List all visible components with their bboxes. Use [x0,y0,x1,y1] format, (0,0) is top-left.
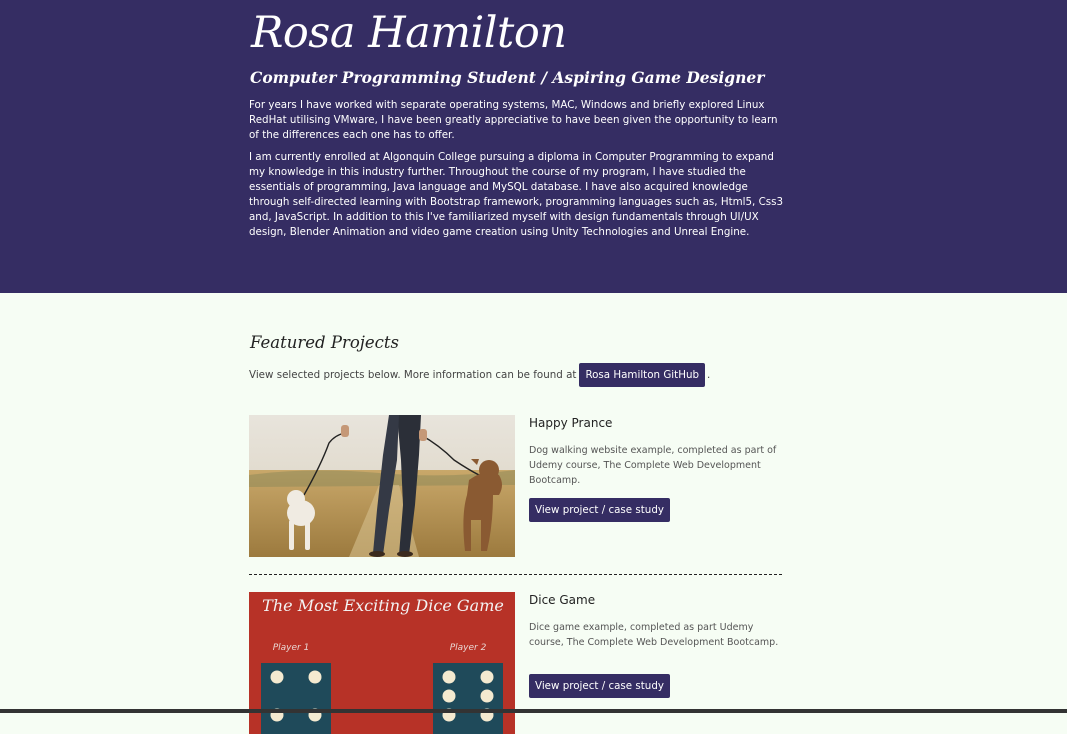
project-description: Dice game example, completed as part Ude… [529,622,779,648]
hero-section: Rosa Hamilton Computer Programming Stude… [0,0,1067,293]
project-card-happy-prance: Happy Prance Dog walking website example… [249,415,782,557]
bio-paragraph: For years I have worked with separate op… [249,99,778,141]
player1-label: Player 1 [273,643,310,653]
featured-intro: View selected projects below. More infor… [249,363,710,387]
hero-bio: For years I have worked with separate op… [249,98,789,247]
dice-game-heading: The Most Exciting Dice Game [262,596,504,615]
featured-projects-title: Featured Projects [250,333,400,352]
github-button[interactable]: Rosa Hamilton GitHub [579,363,705,387]
player2-label: Player 2 [450,643,487,653]
view-project-button[interactable]: View project / case study [529,498,670,522]
dog-walking-photo [249,415,515,557]
project-description: Dog walking website example, completed a… [529,445,777,486]
hero-tagline: Computer Programming Student / Aspiring … [250,68,765,87]
project-title: Happy Prance [529,416,613,430]
view-project-button[interactable]: View project / case study [529,674,670,698]
project-divider [249,574,782,575]
window-bottom-edge [0,709,1067,713]
bio-paragraph: I am currently enrolled at Algonquin Col… [249,151,784,238]
project-thumbnail-happy-prance [249,415,515,557]
featured-intro-trail: . [707,369,711,381]
project-title: Dice Game [529,593,596,607]
featured-intro-text: View selected projects below. More infor… [249,369,577,381]
hero-name: Rosa Hamilton [251,8,567,58]
